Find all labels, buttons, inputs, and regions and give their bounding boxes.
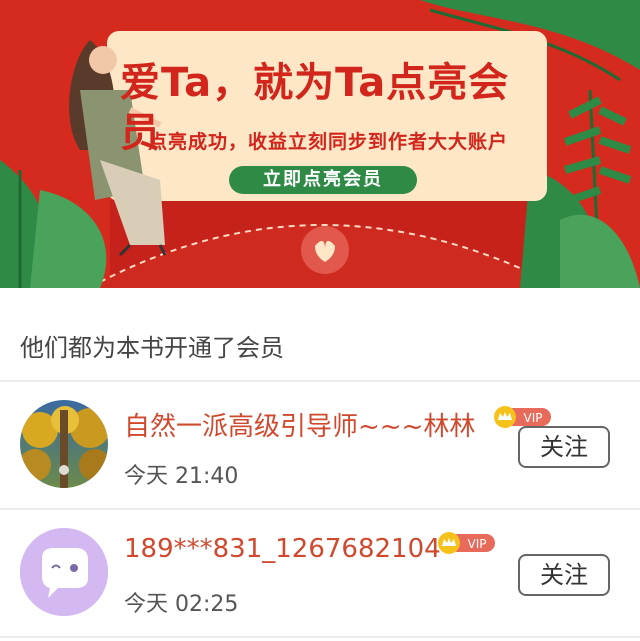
member-row[interactable]: 189***831_1267682104 VIP 今天 02:25 关注: [0, 510, 640, 636]
vip-badge-label: VIP: [468, 537, 487, 551]
vip-badge-label: VIP: [524, 411, 543, 425]
member-name[interactable]: 189***831_1267682104: [124, 534, 441, 564]
follow-button[interactable]: 关注: [518, 426, 610, 468]
banner-subline: 点亮成功，收益立刻同步到作者大大账户: [148, 131, 509, 153]
divider: [0, 636, 640, 638]
follow-button[interactable]: 关注: [518, 554, 610, 596]
member-name[interactable]: 自然一派高级引导师~~~林林: [124, 406, 475, 443]
member-time: 今天 21:40: [124, 464, 239, 489]
section-title: 他们都为本书开通了会员: [20, 334, 284, 362]
avatar[interactable]: [20, 400, 108, 488]
member-time: 今天 02:25: [124, 592, 239, 617]
avatar[interactable]: [20, 528, 108, 616]
member-banner[interactable]: 爱Ta，就为Ta点亮会员 点亮成功，收益立刻同步到作者大大账户 立即点亮会员: [0, 0, 640, 288]
activate-membership-button[interactable]: 立即点亮会员: [229, 166, 417, 194]
member-row[interactable]: 自然一派高级引导师~~~林林 VIP 今天 21:40 关注: [0, 382, 640, 508]
chat-bubble-avatar-icon: [20, 528, 108, 616]
forest-avatar-image: [20, 400, 108, 488]
vip-badge-icon: VIP: [438, 532, 495, 554]
vip-badge-icon: VIP: [494, 406, 551, 428]
